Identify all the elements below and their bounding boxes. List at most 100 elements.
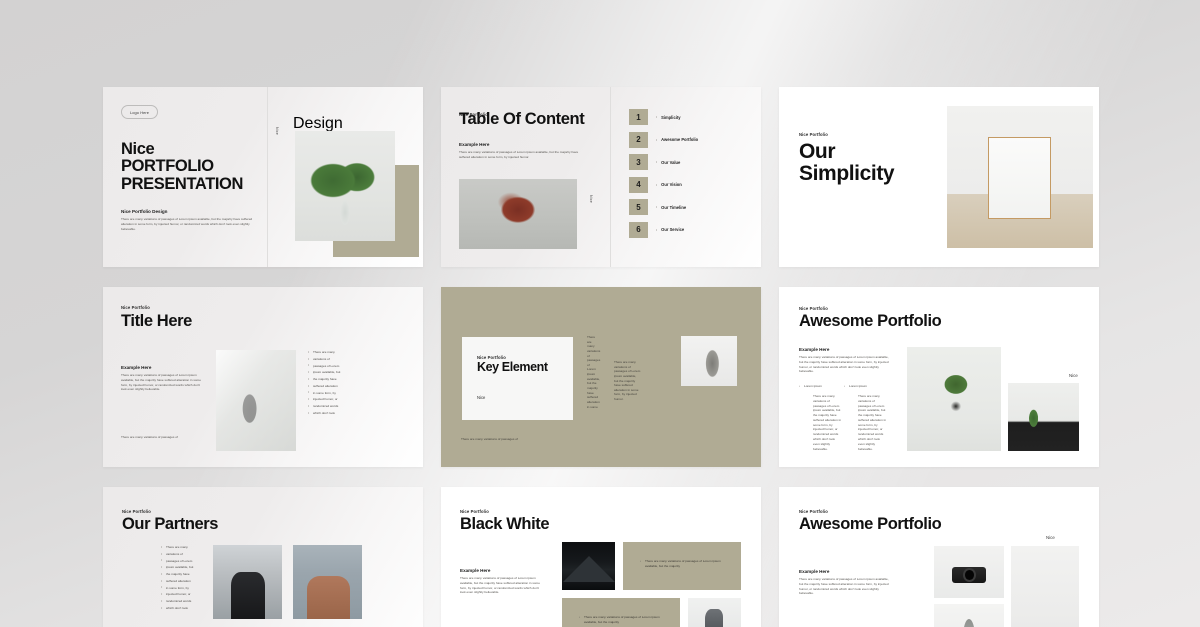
toc-item-2[interactable]: 2 • Awesome Portfolio <box>629 131 749 148</box>
toc-bullet-icon: • <box>656 205 658 209</box>
ap-mid-subhead: Example Here <box>799 347 830 352</box>
simplicity-title-line-2: Simplicity <box>799 162 895 186</box>
list-item: ipsum available, but <box>308 370 368 375</box>
slide-title-here[interactable]: Nice Portfolio Title Here Example Here T… <box>103 287 423 467</box>
ap-mid-col-body-2: There are many variations of passages of… <box>858 394 886 451</box>
toc-label-1: Simplicity <box>661 114 681 120</box>
list-item: which don't look <box>161 606 213 611</box>
toc-item-6[interactable]: 6 • Our Service <box>629 221 749 238</box>
partners-photo-man <box>213 545 282 619</box>
toc-subhead: Example Here <box>459 142 490 147</box>
toc-description: Example Here There are many variations o… <box>459 142 579 160</box>
bullet-icon: • <box>844 384 846 388</box>
list-item: There are many <box>308 350 368 355</box>
list-item: passages of Lorem <box>161 558 213 563</box>
bw-description: Example Here There are many variations o… <box>460 568 542 595</box>
cover-subhead: Nice Portfolio Design <box>121 209 168 214</box>
list-item: in some form, by <box>308 390 368 395</box>
slide-cover[interactable]: Logo Here Nice PORTFOLIO PRESENTATION Ni… <box>103 87 423 267</box>
title-here-footnote: There are many variations of passages of <box>121 435 178 439</box>
key-element-photo-dancer <box>681 336 737 386</box>
simplicity-photo-frame <box>947 106 1093 248</box>
ap-mid-eyebrow: Nice Portfolio <box>799 306 828 311</box>
key-element-title: Key Element <box>477 360 548 374</box>
ap-mid-corner-label: Nice <box>1069 373 1078 378</box>
slide-our-partners[interactable]: Nice Portfolio Our Partners There are ma… <box>103 487 423 627</box>
simplicity-eyebrow: Nice Portfolio <box>799 132 828 137</box>
ap-bot-photo-camera <box>934 546 1004 598</box>
list-item: variations of <box>308 357 368 362</box>
ap-mid-column-2: • Lorem ipsum There are many variations … <box>844 384 890 451</box>
key-element-footnote: There are many variations of passages of <box>461 437 518 441</box>
toc-number-1: 1 <box>629 109 648 125</box>
list-item: the majority have <box>308 377 368 382</box>
ap-mid-col-label-1: • Lorem ipsum <box>799 384 822 388</box>
ap-bot-photo-shelf <box>1011 546 1079 627</box>
ap-mid-photo-desk <box>1008 383 1079 451</box>
ap-mid-title: Awesome Portfolio <box>799 312 942 330</box>
bw-text-block-2: • There are many variations of passages … <box>562 598 680 627</box>
toc-label-4: Our Vision <box>661 182 682 187</box>
ap-bot-photo-leaf <box>934 604 1004 627</box>
partners-title: Our Partners <box>122 515 219 533</box>
key-element-card: Nice Portfolio Key Element Nice <box>462 337 573 420</box>
cover-body: There are many variations of passages of… <box>121 217 253 231</box>
bw-photo-mountain <box>562 542 615 590</box>
bw-eyebrow: Nice Portfolio <box>460 509 489 514</box>
slide-our-simplicity[interactable]: Nice Portfolio Our Simplicity <box>779 87 1099 267</box>
toc-bullet-icon: • <box>656 137 658 142</box>
list-item: ipsum available, but <box>161 565 213 570</box>
bullet-icon: • <box>640 559 642 563</box>
list-item: randomized words <box>161 599 213 604</box>
ap-bot-title: Awesome Portfolio <box>799 515 942 533</box>
slide-black-white[interactable]: Nice Portfolio Black White Example Here … <box>441 487 761 627</box>
cover-title: Nice PORTFOLIO PRESENTATION <box>121 140 261 193</box>
slide-table-of-content[interactable]: Nice Portfolio Table Of Content Example … <box>441 87 761 267</box>
list-item: in some form, by <box>161 585 213 590</box>
bullet-icon: • <box>579 615 581 619</box>
ap-mid-photo-bonsai <box>907 347 1001 451</box>
list-item: There are many <box>161 545 213 550</box>
simplicity-title-line-1: Our <box>799 140 836 163</box>
bullet-icon: • <box>799 384 801 388</box>
slide-awesome-portfolio-bottom[interactable]: Nice Portfolio Awesome Portfolio Example… <box>779 487 1099 627</box>
toc-number-5: 5 <box>629 199 648 215</box>
toc-item-4[interactable]: 4 • Our Vision <box>629 176 749 193</box>
ap-mid-description: Example Here There are many variations o… <box>799 347 891 374</box>
ap-bot-description: Example Here There are many variations o… <box>799 569 893 596</box>
title-here-description: Example Here There are many variations o… <box>121 365 203 392</box>
logo-placeholder: Logo Here <box>121 105 159 120</box>
ap-bot-subhead: Example Here <box>799 569 830 574</box>
toc-number-6: 6 <box>629 221 648 238</box>
toc-photo-leaf <box>459 179 577 249</box>
toc-item-3[interactable]: 3 • Our Value <box>629 154 749 170</box>
toc-item-1[interactable]: 1 • Simplicity <box>629 109 749 125</box>
title-here-eyebrow: Nice Portfolio <box>121 305 150 310</box>
partners-bullet-list: There are many variations of passages of… <box>161 545 213 613</box>
slide-grid: Logo Here Nice PORTFOLIO PRESENTATION Ni… <box>103 87 1099 627</box>
simplicity-title: Our Simplicity <box>799 140 895 186</box>
toc-item-5[interactable]: 5 • Our Timeline <box>629 199 749 215</box>
divider <box>267 87 268 267</box>
ap-bot-corner-label: Nice <box>1046 535 1055 540</box>
bw-title: Black White <box>460 515 550 533</box>
slide-key-element[interactable]: Nice Portfolio Key Element Nice There ar… <box>441 287 761 467</box>
list-item: the majority have <box>161 572 213 577</box>
title-here-subhead: Example Here <box>121 365 152 370</box>
toc-title: Table Of Content <box>459 110 585 128</box>
cover-title-line-3: PRESENTATION <box>121 174 244 193</box>
key-element-narrow-column: There are many variations of passages of… <box>587 335 601 409</box>
ap-mid-col-body-1: There are many variations of passages of… <box>813 394 841 451</box>
key-element-second-column: There are many variations of passages of… <box>614 360 641 402</box>
title-here-photo-chair <box>216 350 296 451</box>
list-item: suffered alteration <box>308 384 368 389</box>
toc-label-6: Our Service <box>661 227 685 232</box>
bw-photo-sitting <box>688 598 741 627</box>
toc-list[interactable]: 1 • Simplicity 2 • Awesome Portfolio 3 •… <box>629 109 749 238</box>
ap-mid-column-1: • Lorem ipsum There are many variations … <box>799 384 845 451</box>
toc-bullet-icon: • <box>656 115 658 119</box>
ap-mid-col-label-2: • Lorem ipsum <box>844 384 867 388</box>
slide-awesome-portfolio-mid[interactable]: Nice Portfolio Awesome Portfolio Example… <box>779 287 1099 467</box>
bw-block-2-text: • There are many variations of passages … <box>579 615 660 624</box>
toc-number-4: 4 <box>629 176 648 193</box>
